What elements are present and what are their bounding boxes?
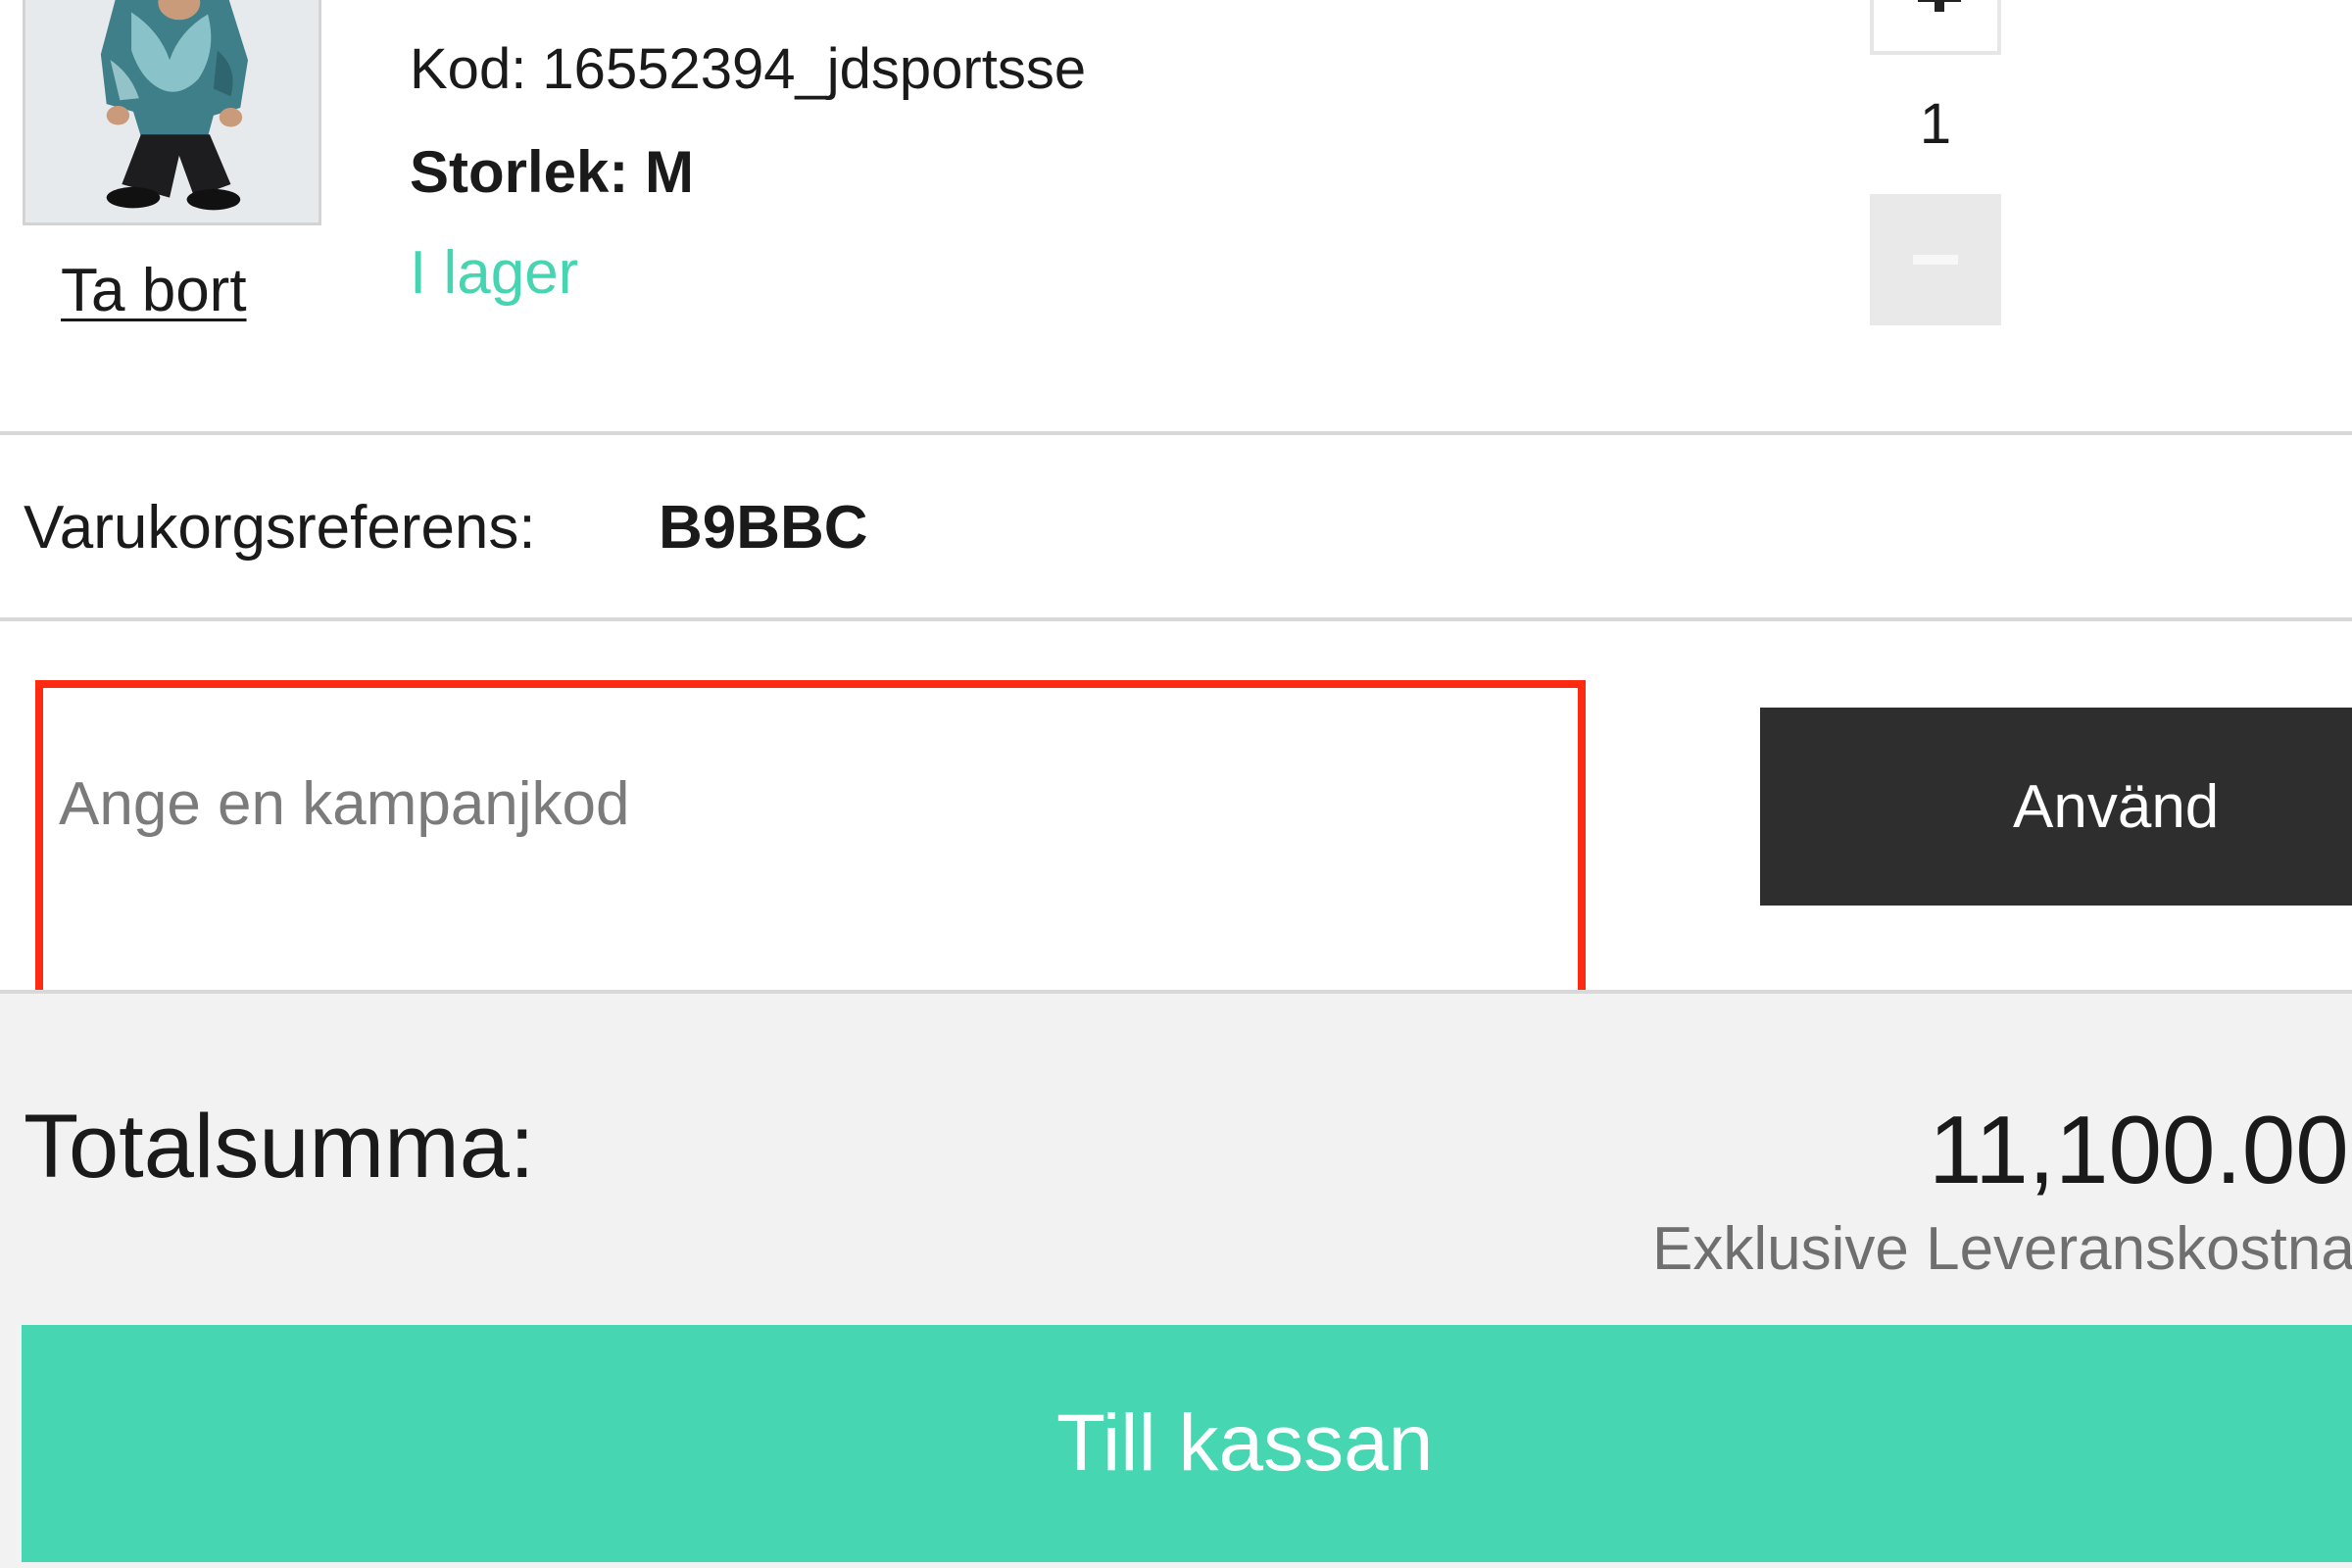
cart-reference-value: B9BBC bbox=[659, 494, 868, 562]
promo-code-input[interactable] bbox=[59, 764, 1529, 843]
quantity-increase-button[interactable] bbox=[1870, 0, 2001, 55]
product-thumbnail[interactable] bbox=[23, 0, 321, 225]
cart-reference-label: Varukorgsreferens: bbox=[24, 494, 536, 562]
total-amount: 11,100.00 bbox=[1929, 1096, 2349, 1203]
product-code: Kod: 16552394_jdsportsse bbox=[410, 37, 1087, 101]
product-photo bbox=[25, 0, 318, 222]
quantity-value: 1 bbox=[1919, 92, 1952, 156]
divider bbox=[0, 431, 2352, 435]
cart-page: Ta bort Kod: 16552394_jdsportsse Storlek… bbox=[0, 0, 2352, 1568]
quantity-decrease-button[interactable] bbox=[1870, 194, 2001, 325]
plus-icon-vertical bbox=[1935, 0, 1944, 12]
total-label: Totalsumma: bbox=[24, 1097, 535, 1197]
minus-icon bbox=[1913, 255, 1958, 265]
checkout-button[interactable]: Till kassan bbox=[22, 1325, 2352, 1562]
remove-item-link[interactable]: Ta bort bbox=[61, 261, 247, 321]
product-size: Storlek: M bbox=[410, 139, 695, 205]
shipping-note: Exklusive Leveranskostnad bbox=[1652, 1215, 2352, 1283]
stock-status: I lager bbox=[410, 239, 579, 307]
divider bbox=[0, 617, 2352, 621]
apply-promo-button[interactable]: Använd bbox=[1760, 708, 2352, 906]
